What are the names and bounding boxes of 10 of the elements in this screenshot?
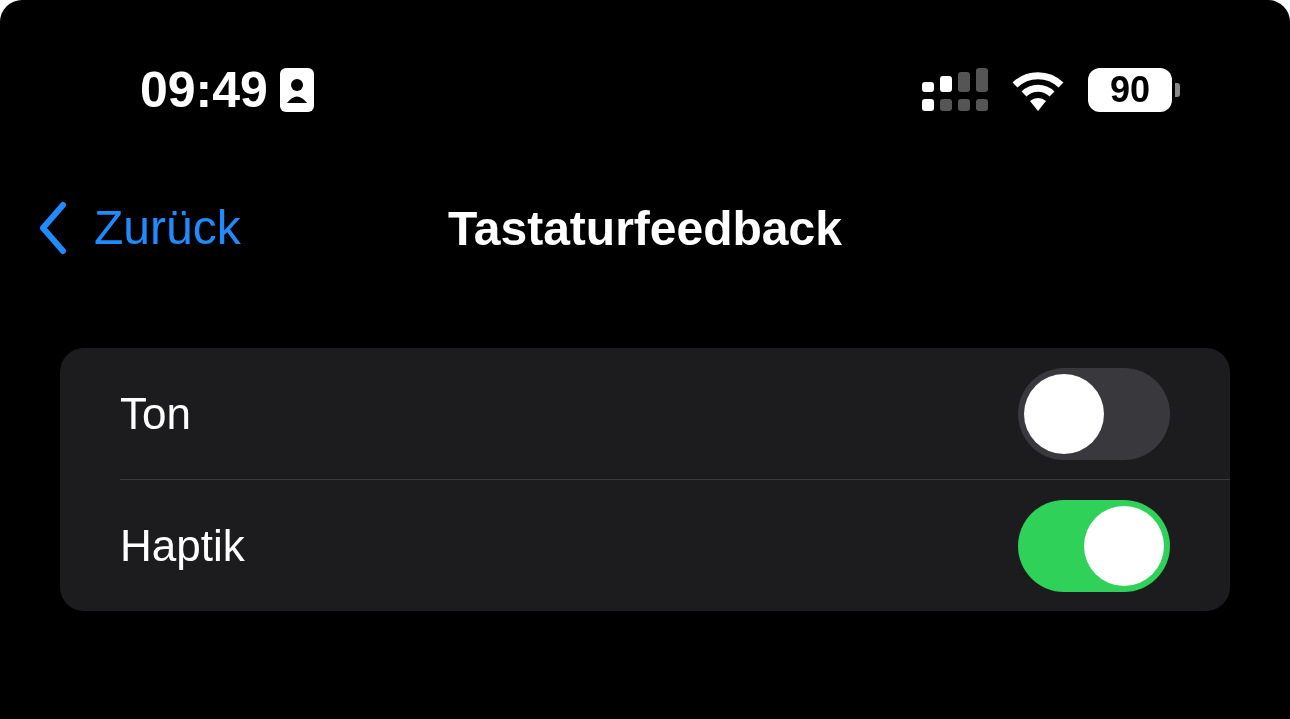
status-time: 09:49	[140, 61, 268, 119]
page-title: Tastaturfeedback	[448, 200, 842, 256]
cellular-signal-icon	[922, 68, 988, 112]
id-card-icon	[279, 68, 314, 112]
chevron-left-icon	[38, 200, 68, 255]
setting-label: Haptik	[120, 520, 245, 571]
battery-level: 90	[1109, 69, 1150, 111]
setting-label: Ton	[120, 388, 191, 439]
wifi-icon	[1010, 69, 1066, 111]
back-button[interactable]: Zurück	[38, 200, 241, 255]
